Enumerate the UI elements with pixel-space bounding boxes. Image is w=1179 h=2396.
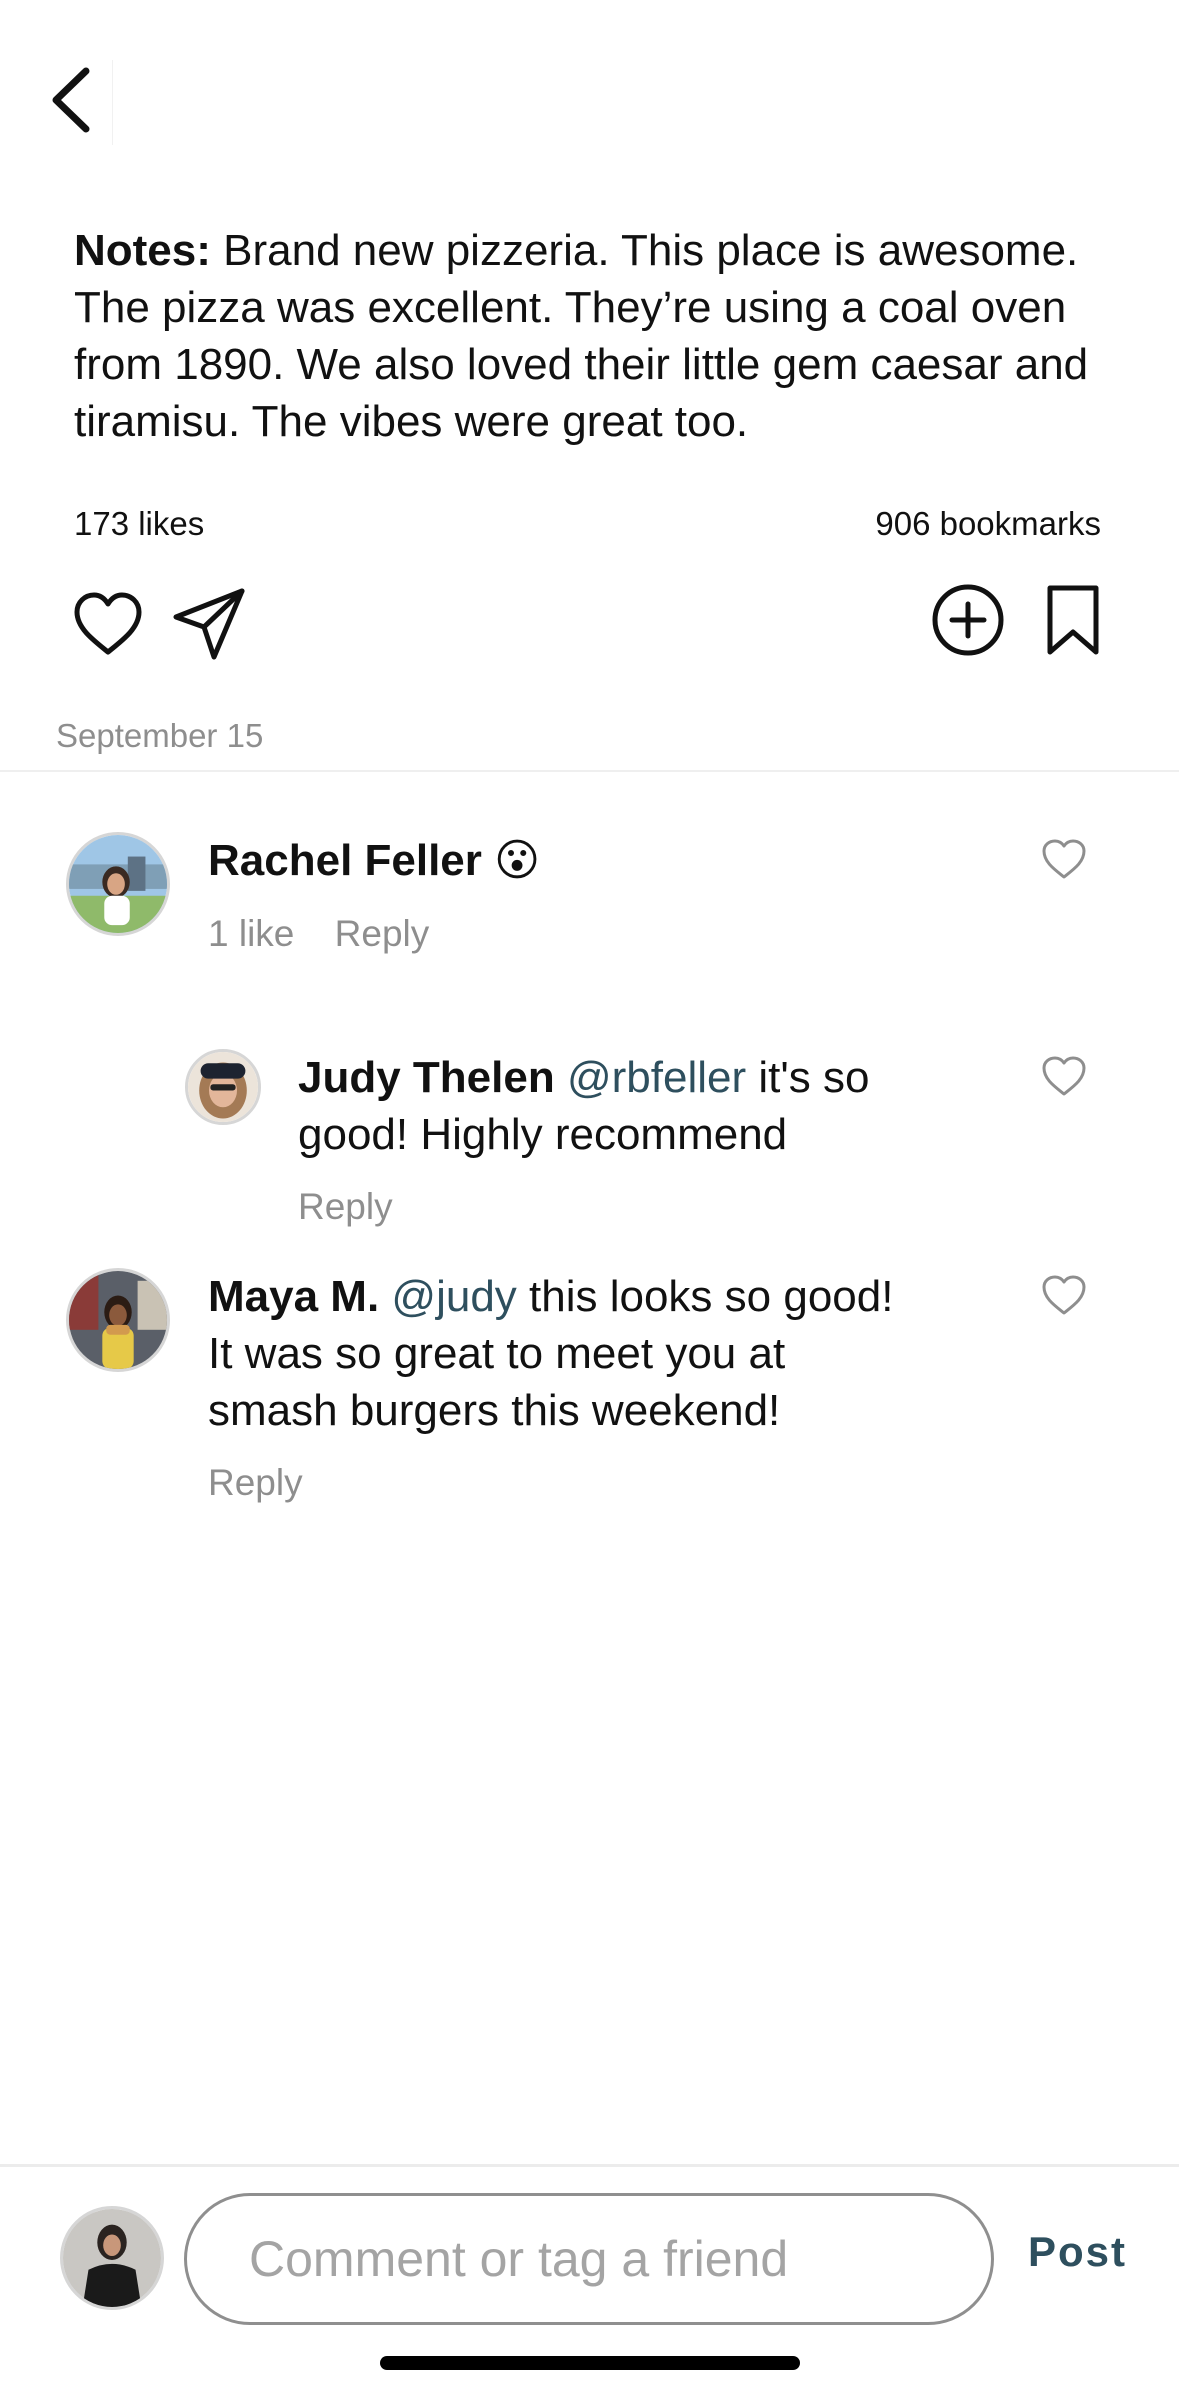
comment-input-box[interactable] — [184, 2193, 994, 2325]
commenter-name[interactable]: Maya M. — [208, 1272, 379, 1321]
avatar[interactable] — [66, 832, 170, 936]
comment-input[interactable] — [247, 2229, 991, 2289]
commenter-name[interactable]: Rachel Feller — [208, 836, 482, 885]
heart-icon — [1042, 1275, 1086, 1315]
mention-link[interactable]: @rbfeller — [567, 1053, 746, 1102]
home-indicator — [380, 2356, 800, 2370]
comment-like-button[interactable] — [1041, 1055, 1087, 1102]
comment-text-line1: it's so — [746, 1053, 870, 1102]
mention-link[interactable]: @judy — [391, 1272, 516, 1321]
avatar-photo — [69, 1271, 167, 1369]
comment-meta: Reply — [298, 1186, 393, 1228]
chevron-left-icon — [52, 67, 90, 133]
avatar-photo — [69, 835, 167, 933]
back-button[interactable] — [30, 50, 110, 150]
plus-circle-icon — [932, 584, 1004, 656]
share-button[interactable] — [170, 585, 248, 663]
comment-like-button[interactable] — [1041, 1274, 1087, 1321]
header-divider — [112, 60, 113, 145]
likes-count[interactable]: 173 likes — [74, 505, 204, 543]
comment-meta: Reply — [208, 1462, 303, 1504]
post-notes: Notes: Brand new pizzeria. This place is… — [74, 222, 1144, 450]
heart-icon — [1042, 1056, 1086, 1096]
comment-like-count[interactable]: 1 like — [208, 913, 294, 954]
notes-text: Brand new pizzeria. This place is awesom… — [74, 226, 1089, 446]
composer-divider — [0, 2164, 1179, 2167]
send-icon — [173, 588, 245, 660]
avatar[interactable] — [185, 1049, 261, 1125]
surprised-emoji-icon: 😮 — [494, 836, 541, 885]
section-divider — [0, 770, 1179, 772]
comment-text-line1: this looks so good! — [516, 1272, 894, 1321]
comment-text-line2: It was so great to meet you at — [208, 1329, 786, 1378]
heart-icon — [1042, 839, 1086, 879]
reply-comment-text: Judy Thelen @rbfeller it's so good! High… — [298, 1049, 938, 1163]
current-user-avatar[interactable] — [60, 2206, 164, 2310]
commenter-name[interactable]: Judy Thelen — [298, 1053, 555, 1102]
avatar-photo — [63, 2209, 161, 2307]
bookmarks-count[interactable]: 906 bookmarks — [875, 505, 1101, 543]
reply-button[interactable]: Reply — [298, 1186, 393, 1227]
reply-button[interactable]: Reply — [208, 1462, 303, 1503]
post-button[interactable]: Post — [1028, 2228, 1127, 2276]
comment-text-line3: smash burgers this weekend! — [208, 1386, 781, 1435]
avatar[interactable] — [66, 1268, 170, 1372]
add-to-list-button[interactable] — [928, 580, 1008, 660]
reply-button[interactable]: Reply — [335, 913, 430, 954]
heart-icon — [74, 592, 142, 655]
comment-text-block: Maya M. @judy this looks so good! It was… — [208, 1268, 968, 1439]
bookmark-button[interactable] — [1040, 580, 1106, 660]
post-date: September 15 — [56, 717, 264, 754]
bookmark-icon — [1047, 585, 1099, 655]
avatar-photo — [188, 1052, 258, 1122]
comment-meta: 1 like Reply — [208, 913, 429, 955]
like-button[interactable] — [70, 588, 146, 660]
comment-like-button[interactable] — [1041, 838, 1087, 885]
comment-header: Rachel Feller 😮 — [208, 832, 540, 889]
comment-text-line2: good! Highly recommend — [298, 1110, 788, 1159]
notes-label: Notes: — [74, 226, 211, 275]
